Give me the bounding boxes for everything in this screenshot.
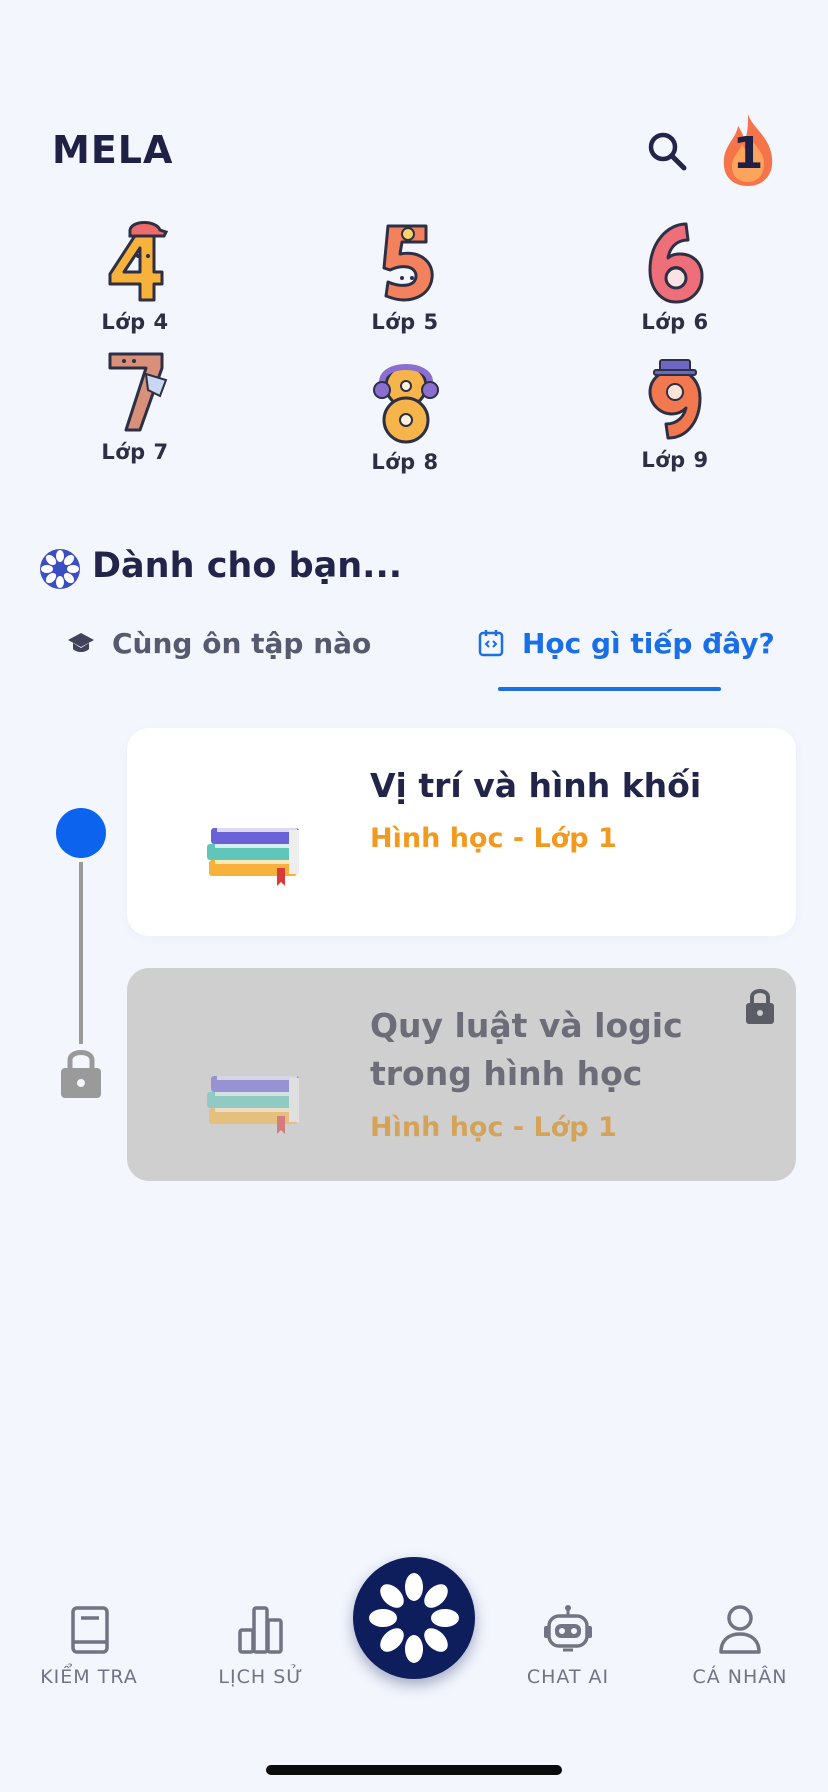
tab-label: Cùng ôn tập nào — [112, 626, 372, 660]
nav-label: CHAT AI — [526, 1666, 610, 1688]
lesson-title: Quy luật và logic trong hình học — [370, 1006, 683, 1093]
tab-review[interactable]: Cùng ôn tập nào — [66, 615, 371, 671]
grade-7-button[interactable]: Lớp 7 — [50, 350, 220, 486]
search-button[interactable] — [644, 128, 692, 176]
grade-6-button[interactable]: Lớp 6 — [590, 220, 760, 356]
grade-8-button[interactable]: Lớp 8 — [320, 360, 490, 496]
lesson-title: Vị trí và hình khối — [370, 766, 702, 805]
books-icon — [205, 808, 305, 888]
number-9-mascot-icon — [648, 359, 702, 440]
lesson-card-locked[interactable]: Quy luật và logic trong hình học Hình họ… — [127, 968, 796, 1181]
grade-5-button[interactable]: Lớp 5 — [320, 220, 490, 356]
home-center-button[interactable] — [353, 1557, 475, 1679]
calendar-code-icon — [476, 628, 506, 658]
grade-label: Lớp 7 — [101, 440, 169, 464]
number-6-mascot-icon — [648, 222, 704, 304]
lesson-subtitle: Hình học - Lớp 1 — [370, 1112, 617, 1143]
streak-count: 1 — [732, 128, 764, 179]
robot-icon — [544, 1605, 592, 1652]
nav-label: CÁ NHÂN — [692, 1666, 788, 1688]
number-4-mascot-icon — [108, 221, 169, 302]
timeline-line — [79, 862, 83, 1044]
number-5-mascot-icon — [382, 224, 434, 302]
mela-wheel-icon — [369, 1573, 459, 1663]
grade-label: Lớp 8 — [371, 450, 439, 474]
bar-chart-icon — [238, 1606, 283, 1654]
user-icon — [719, 1605, 761, 1654]
nav-kiem-tra[interactable]: KIỂM TRA — [19, 1604, 159, 1688]
search-icon — [648, 132, 687, 171]
grade-4-button[interactable]: Lớp 4 — [50, 220, 220, 356]
lock-icon — [744, 986, 776, 1026]
lock-icon — [58, 1046, 104, 1100]
nav-label: KIỂM TRA — [40, 1666, 138, 1688]
grade-9-button[interactable]: Lớp 9 — [590, 358, 760, 494]
number-7-mascot-icon — [108, 352, 168, 432]
nav-chat-ai[interactable]: CHAT AI — [498, 1604, 638, 1688]
nav-ca-nhan[interactable]: CÁ NHÂN — [670, 1604, 810, 1688]
books-icon — [205, 1056, 305, 1136]
streak-badge[interactable]: 1 — [718, 112, 778, 188]
home-indicator — [266, 1765, 562, 1775]
grade-label: Lớp 6 — [641, 310, 709, 334]
timeline-current-dot — [56, 808, 106, 858]
section-title: Dành cho bạn... — [92, 546, 403, 586]
app-title: MELA — [52, 128, 174, 172]
lesson-card[interactable]: Vị trí và hình khối Hình học - Lớp 1 — [127, 728, 796, 936]
active-tab-indicator — [498, 687, 721, 691]
graduation-cap-icon — [66, 628, 96, 658]
tab-next[interactable]: Học gì tiếp đây? — [476, 615, 775, 671]
nav-label: LỊCH SỬ — [218, 1666, 304, 1688]
grade-label: Lớp 9 — [641, 448, 709, 472]
grade-label: Lớp 4 — [101, 310, 169, 334]
lesson-subtitle: Hình học - Lớp 1 — [370, 823, 617, 854]
tab-label: Học gì tiếp đây? — [522, 626, 775, 660]
nav-lich-su[interactable]: LỊCH SỬ — [191, 1604, 331, 1688]
number-8-mascot-icon — [373, 364, 439, 444]
grade-label: Lớp 5 — [371, 310, 439, 334]
mela-wheel-icon — [38, 547, 82, 591]
book-icon — [71, 1606, 109, 1654]
